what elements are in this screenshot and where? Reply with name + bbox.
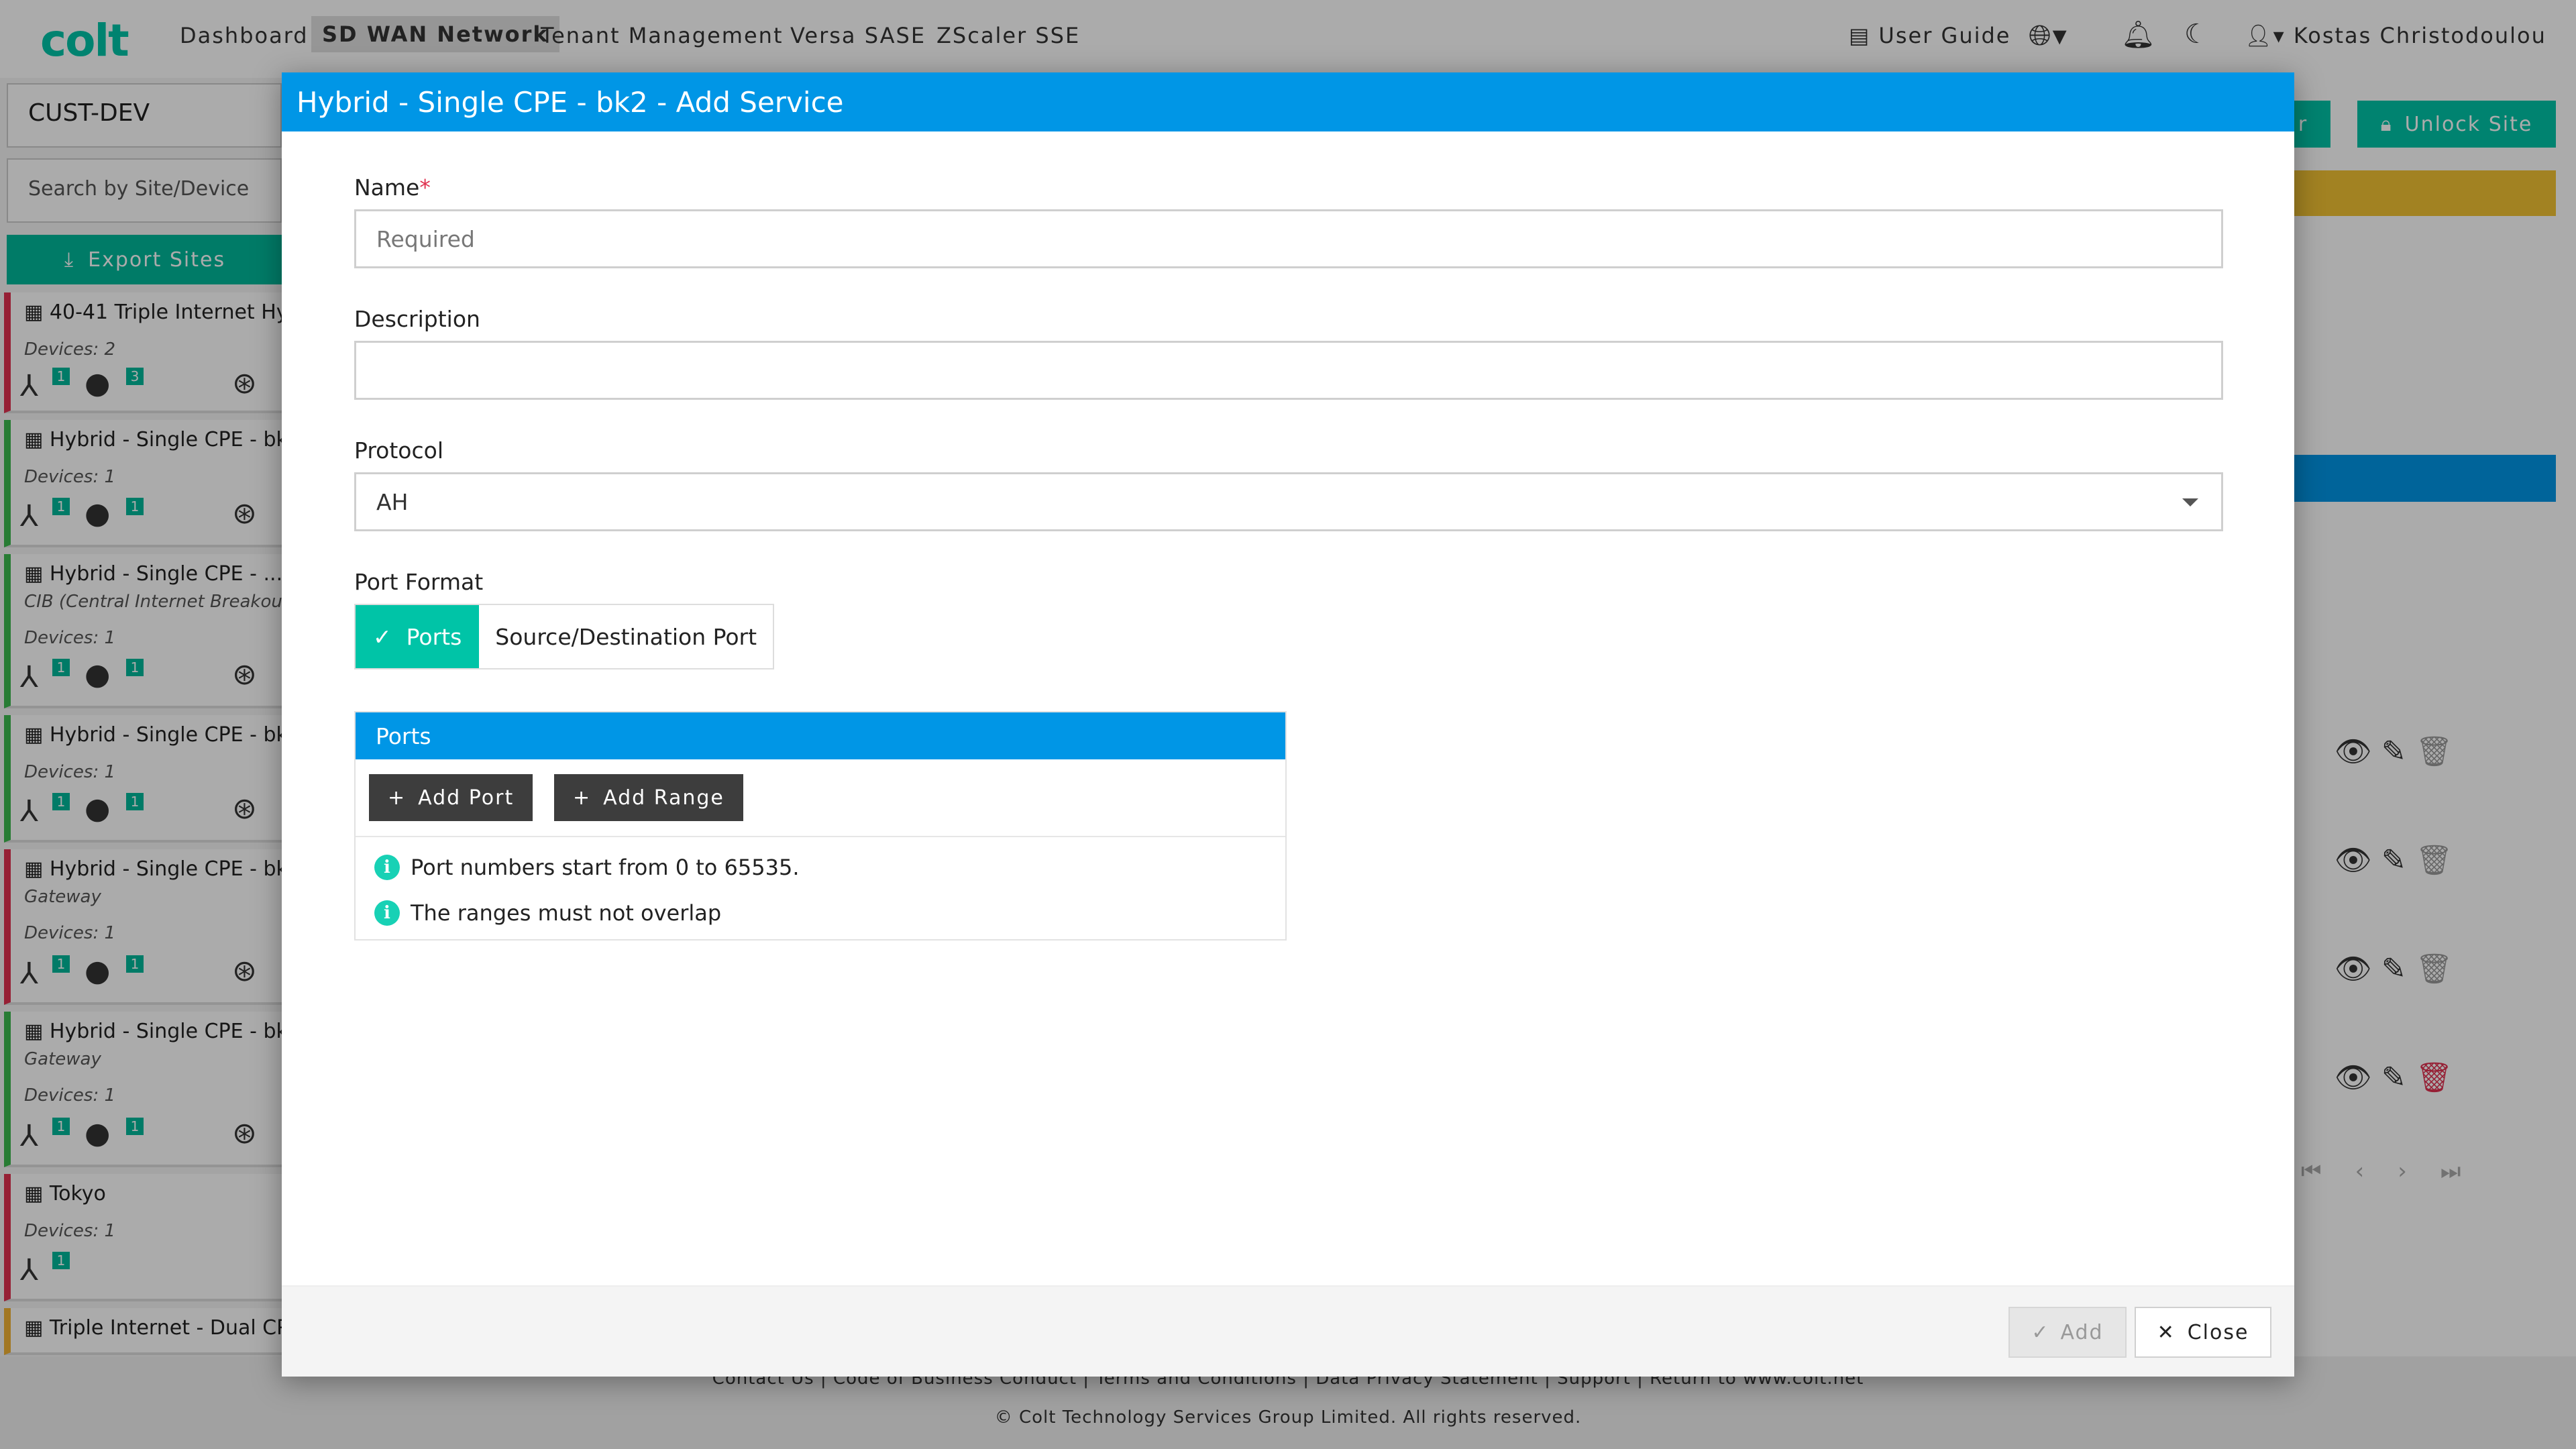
port-format-toggle: ✓ Ports Source/Destination Port (354, 604, 775, 669)
description-label: Description (354, 306, 480, 332)
required-mark: * (419, 174, 431, 201)
close-icon: ✕ (2157, 1320, 2176, 1344)
port-format-label: Port Format (354, 569, 484, 595)
modal-footer (282, 1285, 2294, 1377)
divider (356, 836, 1285, 837)
protocol-label: Protocol (354, 437, 443, 464)
ports-panel: Ports + Add Port + Add Range i Port numb… (354, 711, 1287, 941)
add-service-modal: Hybrid - Single CPE - bk2 - Add Service … (282, 72, 2294, 1377)
modal-title: Hybrid - Single CPE - bk2 - Add Service (282, 72, 2294, 131)
info-icon: i (374, 900, 400, 926)
ports-panel-title: Ports (356, 712, 1285, 759)
add-range-button[interactable]: + Add Range (554, 774, 743, 821)
name-label: Name* (354, 174, 431, 201)
chevron-down-icon (2182, 498, 2198, 506)
info-message: i The ranges must not overlap (374, 900, 721, 926)
info-message: i Port numbers start from 0 to 65535. (374, 855, 799, 880)
plus-icon: + (573, 786, 592, 810)
info-icon: i (374, 855, 400, 880)
port-format-option-ports[interactable]: ✓ Ports (356, 605, 480, 668)
checkmark-icon: ✓ (373, 623, 392, 650)
protocol-select[interactable]: AH (354, 472, 2223, 531)
close-button[interactable]: ✕ Close (2135, 1307, 2271, 1358)
checkmark-icon: ✓ (2031, 1320, 2050, 1344)
add-button[interactable]: ✓ Add (2008, 1307, 2127, 1358)
name-input[interactable]: Required (354, 209, 2223, 268)
plus-icon: + (388, 786, 407, 810)
add-port-button[interactable]: + Add Port (369, 774, 533, 821)
description-input[interactable] (354, 341, 2223, 400)
port-format-option-source-destination[interactable]: Source/Destination Port (479, 605, 773, 668)
